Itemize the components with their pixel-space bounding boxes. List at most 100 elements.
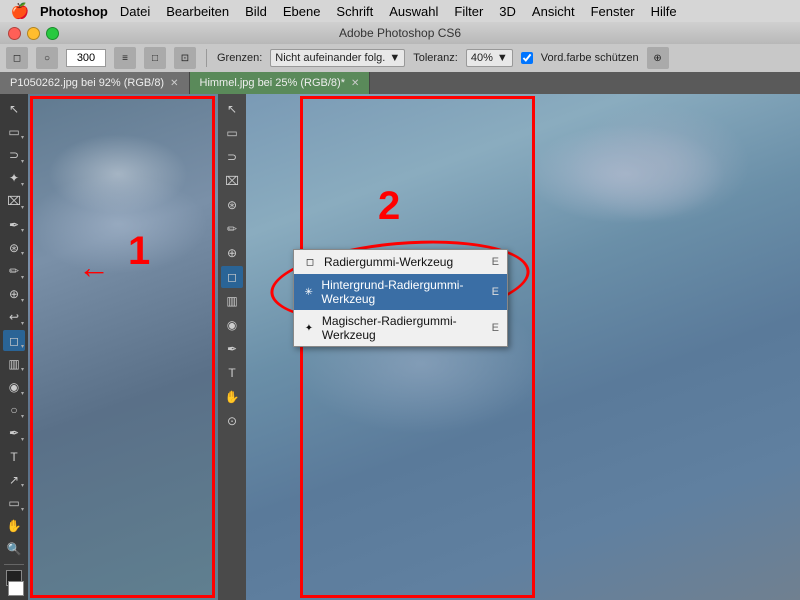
- toleranz-dropdown[interactable]: 40% ▼: [466, 49, 513, 67]
- menu-bearbeiten[interactable]: Bearbeiten: [158, 4, 237, 19]
- menu-hilfe[interactable]: Hilfe: [643, 4, 685, 19]
- ctx-item-hintergrund[interactable]: ✳ Hintergrund-Radiergummi-Werkzeug E: [294, 274, 507, 310]
- crop-tool[interactable]: ⌧▾: [3, 191, 25, 212]
- eraser-icon: ◻: [302, 254, 318, 270]
- window-buttons: [8, 27, 59, 40]
- tab-close-1[interactable]: ✕: [170, 78, 178, 89]
- brush-preset-icon[interactable]: ◻: [6, 47, 28, 69]
- annotation-number-2: 2: [378, 184, 400, 229]
- sec-select[interactable]: ▭: [221, 122, 243, 144]
- sec-text[interactable]: T: [221, 362, 243, 384]
- eraser-tool[interactable]: ◻▾: [3, 330, 25, 351]
- menu-filter[interactable]: Filter: [446, 4, 491, 19]
- opacity-icon[interactable]: □: [144, 47, 166, 69]
- sec-hand[interactable]: ✋: [221, 386, 243, 408]
- separator: [206, 49, 207, 67]
- annotation-rect-2: [300, 96, 535, 598]
- lasso-tool[interactable]: ⊃▾: [3, 144, 25, 165]
- dodge-tool[interactable]: ○▾: [3, 400, 25, 421]
- sec-heal[interactable]: ⊛: [221, 194, 243, 216]
- sec-move[interactable]: ↖: [221, 98, 243, 120]
- grenzen-dropdown[interactable]: Nicht aufeinander folg. ▼: [270, 49, 405, 67]
- menu-bar: 🍎 Photoshop Datei Bearbeiten Bild Ebene …: [0, 0, 800, 22]
- gradient-tool[interactable]: ▥▾: [3, 353, 25, 374]
- text-tool[interactable]: T: [3, 446, 25, 467]
- toolbar-left: ↖ ▭▾ ⊃▾ ✦▾ ⌧▾ ✒▾ ⊛▾ ✏▾ ⊕▾ ↩▾ ◻▾ ▥▾ ◉▾ ○▾…: [0, 94, 28, 600]
- vordfarbe-label: Vord.farbe schützen: [541, 52, 639, 64]
- ctx-shortcut-2: E: [492, 286, 499, 298]
- brush-size-icon[interactable]: ○: [36, 47, 58, 69]
- brush-size-input[interactable]: [66, 49, 106, 67]
- sec-gradient[interactable]: ▥: [221, 290, 243, 312]
- close-button[interactable]: [8, 27, 21, 40]
- menu-ebene[interactable]: Ebene: [275, 4, 329, 19]
- menu-3d[interactable]: 3D: [491, 4, 524, 19]
- sec-lasso[interactable]: ⊃: [221, 146, 243, 168]
- tab-close-2[interactable]: ✕: [351, 78, 359, 89]
- tab-label-2: Himmel.jpg bei 25% (RGB/8)*: [200, 77, 346, 89]
- background-eraser-icon: ✳: [302, 284, 315, 300]
- menu-ansicht[interactable]: Ansicht: [524, 4, 583, 19]
- context-menu: ◻ Radiergummi-Werkzeug E ✳ Hintergrund-R…: [293, 249, 508, 347]
- pressure-icon[interactable]: ⊕: [647, 47, 669, 69]
- toolbar-separator: [4, 564, 24, 565]
- vordfarbe-checkbox[interactable]: [521, 52, 533, 64]
- tab-label-1: P1050262.jpg bei 92% (RGB/8): [10, 77, 164, 89]
- cloud-2: [570, 104, 750, 224]
- magic-eraser-icon: ✦: [302, 320, 316, 336]
- menu-datei[interactable]: Datei: [112, 4, 158, 19]
- minimize-button[interactable]: [27, 27, 40, 40]
- ctx-item-radiergummi[interactable]: ◻ Radiergummi-Werkzeug E: [294, 250, 507, 274]
- history-brush-tool[interactable]: ↩▾: [3, 307, 25, 328]
- flow-icon[interactable]: ⊡: [174, 47, 196, 69]
- ctx-shortcut-3: E: [492, 322, 499, 334]
- blur-tool[interactable]: ◉▾: [3, 376, 25, 397]
- hand-tool[interactable]: ✋: [3, 516, 25, 537]
- ctx-item-magischer[interactable]: ✦ Magischer-Radiergummi-Werkzeug E: [294, 310, 507, 346]
- chevron-down-icon-2: ▼: [497, 52, 508, 64]
- options-bar: ◻ ○ ≡ □ ⊡ Grenzen: Nicht aufeinander fol…: [0, 44, 800, 72]
- tab-p1050262[interactable]: P1050262.jpg bei 92% (RGB/8) ✕: [0, 72, 190, 94]
- sec-eraser[interactable]: ◻: [221, 266, 243, 288]
- stamp-tool[interactable]: ⊕▾: [3, 284, 25, 305]
- annotation-number-1: 1: [128, 229, 150, 274]
- mode-icon[interactable]: ≡: [114, 47, 136, 69]
- toleranz-label: Toleranz:: [413, 52, 458, 64]
- sec-zoom[interactable]: ⊙: [221, 410, 243, 432]
- canvas-area[interactable]: ↖ ▭ ⊃ ⌧ ⊛ ✏ ⊕ ◻ ▥ ◉ ✒ T ✋ ⊙ ← 1 2: [28, 94, 800, 600]
- tab-himmel[interactable]: Himmel.jpg bei 25% (RGB/8)* ✕: [190, 72, 371, 94]
- ctx-label-1: Radiergummi-Werkzeug: [324, 255, 453, 269]
- annotation-arrow-1: ←: [78, 249, 110, 286]
- toolbar-secondary: ↖ ▭ ⊃ ⌧ ⊛ ✏ ⊕ ◻ ▥ ◉ ✒ T ✋ ⊙: [218, 94, 246, 600]
- brush-tool[interactable]: ✏▾: [3, 260, 25, 281]
- main-area: ↖ ▭▾ ⊃▾ ✦▾ ⌧▾ ✒▾ ⊛▾ ✏▾ ⊕▾ ↩▾ ◻▾ ▥▾ ◉▾ ○▾…: [0, 94, 800, 600]
- ctx-label-3: Magischer-Radiergummi-Werkzeug: [322, 314, 486, 342]
- pen-tool[interactable]: ✒▾: [3, 423, 25, 444]
- maximize-button[interactable]: [46, 27, 59, 40]
- sec-pen[interactable]: ✒: [221, 338, 243, 360]
- menu-auswahl[interactable]: Auswahl: [381, 4, 446, 19]
- title-bar: Adobe Photoshop CS6: [0, 22, 800, 44]
- zoom-tool[interactable]: 🔍: [3, 539, 25, 560]
- move-tool[interactable]: ↖: [3, 98, 25, 119]
- shape-tool[interactable]: ▭▾: [3, 492, 25, 513]
- apple-menu[interactable]: 🍎: [0, 2, 40, 20]
- annotation-rect-1: [30, 96, 215, 598]
- grenzen-label: Grenzen:: [217, 52, 262, 64]
- sec-stamp[interactable]: ⊕: [221, 242, 243, 264]
- ctx-shortcut-1: E: [492, 256, 499, 268]
- magic-wand-tool[interactable]: ✦▾: [3, 168, 25, 189]
- eyedropper-tool[interactable]: ✒▾: [3, 214, 25, 235]
- rect-select-tool[interactable]: ▭▾: [3, 121, 25, 142]
- menu-fenster[interactable]: Fenster: [583, 4, 643, 19]
- background-color[interactable]: [8, 581, 24, 597]
- window-title: Adobe Photoshop CS6: [339, 26, 461, 40]
- sec-crop[interactable]: ⌧: [221, 170, 243, 192]
- path-select-tool[interactable]: ↗▾: [3, 469, 25, 490]
- menu-bild[interactable]: Bild: [237, 4, 275, 19]
- sec-brush[interactable]: ✏: [221, 218, 243, 240]
- sec-blur[interactable]: ◉: [221, 314, 243, 336]
- app-name: Photoshop: [40, 4, 108, 19]
- spot-heal-tool[interactable]: ⊛▾: [3, 237, 25, 258]
- menu-schrift[interactable]: Schrift: [328, 4, 381, 19]
